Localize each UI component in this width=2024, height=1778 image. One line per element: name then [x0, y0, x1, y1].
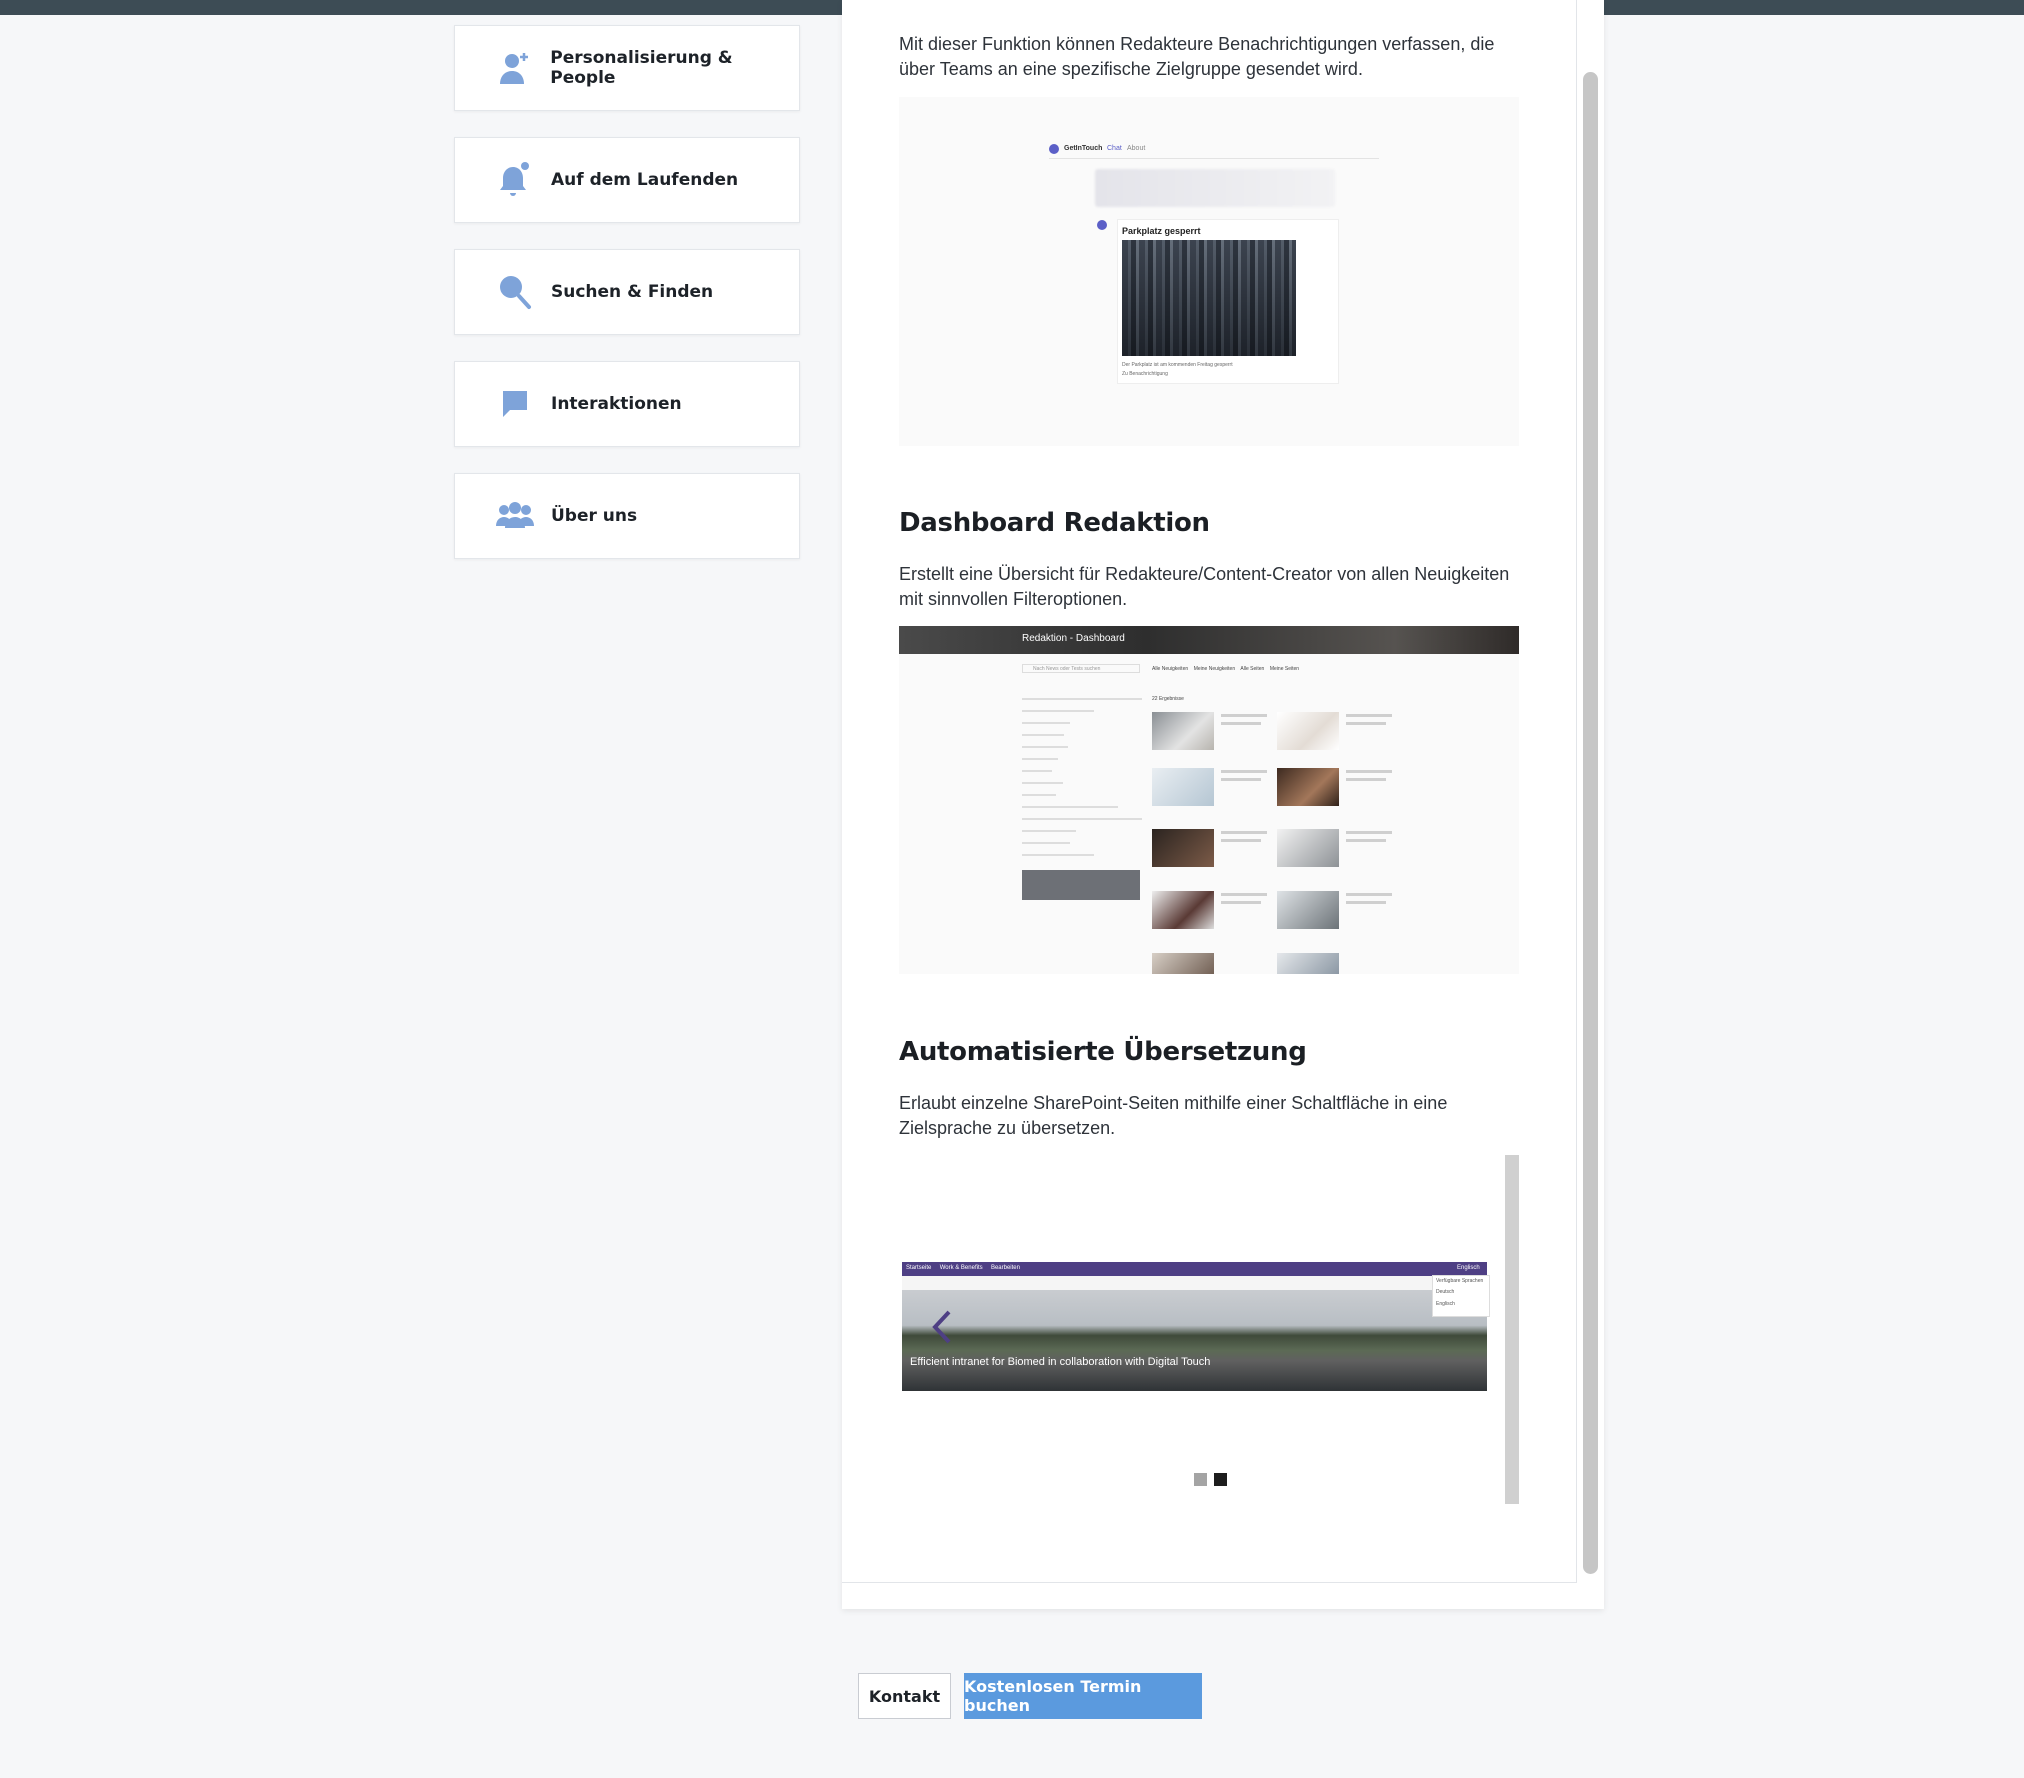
- dashboard-search-input: Nach News oder Tests suchen: [1022, 664, 1140, 673]
- tab-about: About: [1127, 145, 1146, 152]
- intro-text: Mit dieser Funktion können Redakteure Be…: [899, 34, 1495, 79]
- tab-all-pages: Alle Seiten: [1240, 666, 1265, 672]
- notification-message-card: Parkplatz gesperrt Der Parkplatz ist am …: [1117, 219, 1339, 384]
- sidebar-item-interaktionen[interactable]: Interaktionen: [454, 361, 800, 447]
- sidebar-item-ueber-uns[interactable]: Über uns: [454, 473, 800, 559]
- language-option: Verfügbare Sprachen: [1436, 1278, 1484, 1284]
- message-title: Parkplatz gesperrt: [1122, 226, 1201, 236]
- message-link: Zu Benachrichtigung: [1122, 371, 1168, 377]
- carousel-dot-2-active[interactable]: [1214, 1473, 1227, 1486]
- sidebar-item-laufenden[interactable]: Auf dem Laufenden: [454, 137, 800, 223]
- sender-avatar-icon: [1097, 220, 1107, 230]
- language-option: Englisch: [1436, 1301, 1455, 1307]
- nav-item: Work & Benefits: [939, 1265, 983, 1271]
- sidebar-item-label: Suchen & Finden: [551, 282, 714, 302]
- sharepoint-nav-bar: Startseite Work & Benefits Bearbeiten En…: [902, 1262, 1487, 1276]
- hero-caption: Efficient intranet for Biomed in collabo…: [910, 1356, 1211, 1368]
- language-dropdown: Verfügbare Sprachen Deutsch Englisch: [1432, 1275, 1490, 1317]
- content-frame: Mit dieser Funktion können Redakteure Be…: [842, 0, 1577, 1583]
- sidebar-item-label: Interaktionen: [551, 394, 682, 414]
- bell-icon: [495, 160, 535, 200]
- dashboard-filter-panel: [1022, 688, 1142, 974]
- carousel-dot-1[interactable]: [1194, 1473, 1207, 1486]
- tab-chat: Chat: [1107, 145, 1122, 152]
- book-appointment-button[interactable]: Kostenlosen Termin buchen: [964, 1673, 1202, 1719]
- sidebar-item-personalisierung[interactable]: Personalisierung & People: [454, 25, 800, 111]
- teams-notification-screenshot: GetInTouch Chat About Parkplatz gesperrt…: [899, 97, 1519, 446]
- carousel-prev-icon[interactable]: [923, 1307, 963, 1347]
- person-add-icon: [495, 48, 534, 88]
- language-option: Deutsch: [1436, 1289, 1455, 1295]
- chat-bubble-icon: [495, 384, 535, 424]
- group-icon: [495, 496, 535, 536]
- hero-image: [902, 1290, 1487, 1391]
- feature-content-panel: Mit dieser Funktion können Redakteure Be…: [842, 0, 1604, 1609]
- scrollbar-thumb[interactable]: [1583, 72, 1598, 1574]
- tab-my-pages: Meine Seiten: [1269, 666, 1300, 672]
- tab-my-news: Meine Neuigkeiten: [1193, 666, 1236, 672]
- sharepoint-toolbar: [902, 1276, 1487, 1291]
- sidebar-item-suchen[interactable]: Suchen & Finden: [454, 249, 800, 335]
- tab-all-news: Alle Neuigkeiten: [1152, 666, 1189, 672]
- message-caption: Der Parkplatz ist am kommenden Freitag g…: [1122, 362, 1233, 368]
- sidebar-item-label: Personalisierung & People: [550, 48, 733, 88]
- language-selector: Englisch: [1457, 1265, 1480, 1271]
- section-text-translation: Erlaubt einzelne SharePoint-Seiten mithi…: [899, 1093, 1448, 1138]
- dashboard-header-title: Redaktion - Dashboard: [1022, 633, 1125, 644]
- section-title-dashboard: Dashboard Redaktion: [899, 508, 1210, 538]
- section-title-translation: Automatisierte Übersetzung: [899, 1037, 1307, 1067]
- sidebar-item-label: Über uns: [551, 506, 638, 526]
- contact-button[interactable]: Kontakt: [858, 1673, 951, 1719]
- parking-lot-image: [1122, 240, 1296, 356]
- nav-item: Bearbeiten: [990, 1265, 1020, 1271]
- translation-carousel: Startseite Work & Benefits Bearbeiten En…: [899, 1155, 1519, 1504]
- sidebar-item-label: Auf dem Laufenden: [551, 170, 739, 190]
- teams-chat-header: GetInTouch Chat About: [1049, 144, 1379, 159]
- section-text-dashboard: Erstellt eine Übersicht für Redakteure/C…: [899, 564, 1510, 609]
- results-count: 22 Ergebnisse: [1152, 696, 1184, 702]
- dashboard-header: Redaktion - Dashboard: [899, 626, 1519, 654]
- app-name: GetInTouch: [1064, 145, 1103, 152]
- dashboard-screenshot: Redaktion - Dashboard Nach News oder Tes…: [899, 626, 1519, 974]
- nav-item: Startseite: [906, 1265, 932, 1271]
- dashboard-tabs: Alle Neuigkeiten Meine Neuigkeiten Alle …: [1152, 666, 1299, 672]
- blurred-message: [1095, 169, 1335, 207]
- app-avatar-icon: [1049, 144, 1059, 154]
- carousel-scrollbar[interactable]: [1505, 1155, 1519, 1504]
- search-icon: [495, 272, 535, 312]
